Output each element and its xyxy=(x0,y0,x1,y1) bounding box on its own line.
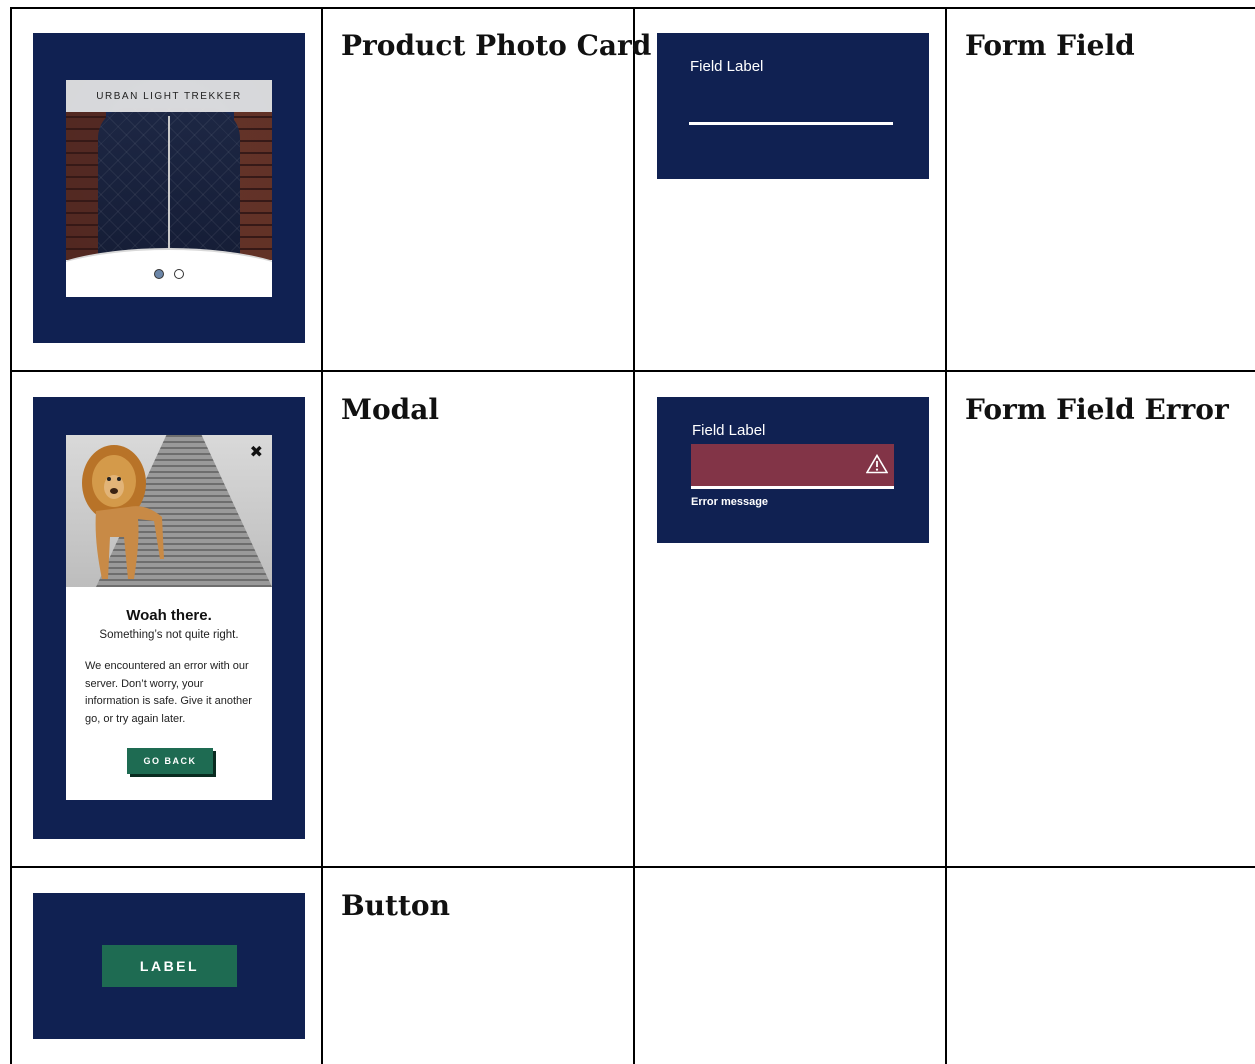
component-title-form-field: Form Field xyxy=(965,29,1135,62)
field-input-underline[interactable] xyxy=(689,122,893,125)
carousel-dot-active[interactable] xyxy=(154,269,164,279)
form-field-preview xyxy=(657,33,929,179)
go-back-button[interactable]: GO BACK xyxy=(127,748,213,774)
field-input-error[interactable] xyxy=(691,444,894,486)
product-name-band: URBAN LIGHT TREKKER xyxy=(66,80,272,112)
field-input-underline xyxy=(691,486,894,489)
warning-icon xyxy=(866,454,888,474)
error-modal: ✖ Woah there. Something’s not quite righ… xyxy=(66,435,272,800)
close-icon[interactable]: ✖ xyxy=(250,442,263,461)
modal-body-text: We encountered an error with our server.… xyxy=(85,660,252,725)
component-title-modal: Modal xyxy=(341,393,440,426)
carousel-dots xyxy=(66,269,272,281)
carousel-dot-inactive[interactable] xyxy=(174,269,184,279)
field-label: Field Label xyxy=(690,58,764,75)
lion-dog-image xyxy=(82,445,164,579)
label-button[interactable]: LABEL xyxy=(102,945,237,987)
modal-subheading: Something’s not quite right. xyxy=(99,629,239,641)
component-title-button: Button xyxy=(341,889,450,922)
table-col-divider xyxy=(633,7,635,1064)
jacket-zipper xyxy=(168,116,170,256)
table-col-divider xyxy=(10,7,12,1064)
product-name: URBAN LIGHT TREKKER xyxy=(96,90,242,102)
component-title-form-field-error: Form Field Error xyxy=(965,393,1229,426)
modal-heading: Woah there. xyxy=(126,607,212,624)
product-photo-card[interactable]: URBAN LIGHT TREKKER xyxy=(66,80,272,297)
modal-photo xyxy=(66,435,272,587)
component-title-product-photo-card: Product Photo Card xyxy=(341,29,652,62)
field-label: Field Label xyxy=(692,422,766,439)
table-col-divider xyxy=(321,7,323,1064)
error-message: Error message xyxy=(691,496,769,508)
table-col-divider xyxy=(945,7,947,1064)
